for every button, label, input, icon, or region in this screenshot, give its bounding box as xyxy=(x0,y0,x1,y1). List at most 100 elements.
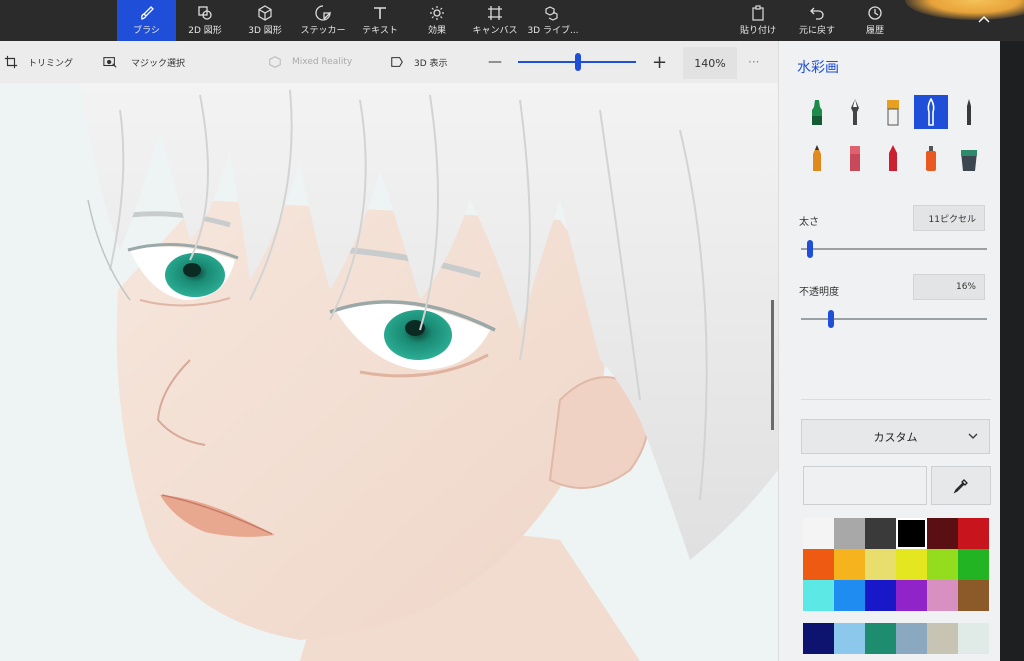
crop-icon xyxy=(4,55,18,69)
library-3d-tab-label: 3D ライブ... xyxy=(527,26,579,36)
shapes-3d-tab-label: 3D 図形 xyxy=(248,26,282,36)
calligraphy-pen-tool[interactable] xyxy=(838,95,872,129)
paste-button[interactable]: 貼り付け xyxy=(736,0,780,41)
palette-swatch[interactable] xyxy=(834,580,865,611)
current-color-box[interactable] xyxy=(803,466,927,505)
size-slider-thumb[interactable] xyxy=(807,240,814,258)
collapse-ribbon-button[interactable] xyxy=(970,0,998,41)
crayon-icon xyxy=(889,145,897,171)
mixed-reality-label: Mixed Reality xyxy=(292,57,353,67)
eyedropper-button[interactable] xyxy=(931,466,991,505)
library-3d-tab[interactable]: 3D ライブ... xyxy=(526,0,580,41)
calligraphy-pen-icon xyxy=(851,99,859,125)
palette-swatch[interactable] xyxy=(896,549,927,580)
effects-sun-icon xyxy=(430,6,444,20)
more-button[interactable]: ··· xyxy=(748,41,759,83)
eraser-tool[interactable] xyxy=(838,141,872,175)
zoom-slider-thumb[interactable] xyxy=(575,53,581,71)
crop-label: トリミング xyxy=(28,58,74,69)
palette-swatch[interactable] xyxy=(927,518,958,549)
device-bezel xyxy=(1000,41,1024,661)
custom-color-swatch[interactable] xyxy=(803,623,834,654)
magic-select-label: マジック選択 xyxy=(131,58,186,69)
custom-color-swatch[interactable] xyxy=(927,623,958,654)
shapes-3d-tab[interactable]: 3D 図形 xyxy=(238,0,292,41)
zoom-in-label: + xyxy=(652,51,668,73)
palette-swatch[interactable] xyxy=(927,580,958,611)
sticker-tab-label: ステッカー xyxy=(300,26,346,36)
marker-tool[interactable] xyxy=(800,95,834,129)
shapes-2d-tab[interactable]: 2D 図形 xyxy=(178,0,232,41)
custom-color-swatch[interactable] xyxy=(958,623,989,654)
watercolor-brush-tool[interactable] xyxy=(914,95,948,129)
chevron-down-icon xyxy=(968,433,978,439)
zoom-out-button[interactable]: — xyxy=(488,41,502,83)
zoom-value-box[interactable]: 140% xyxy=(683,47,737,79)
crayon-tool[interactable] xyxy=(876,141,910,175)
palette-swatch[interactable] xyxy=(958,580,989,611)
canvas-toolbar: トリミング マジック選択 Mixed Reality 3D 表示 — + ··· xyxy=(0,41,778,84)
spray-can-tool[interactable] xyxy=(914,141,948,175)
effects-tab-label: 効果 xyxy=(427,26,446,36)
opacity-label: 不透明度 xyxy=(799,287,839,298)
opacity-value-box[interactable]: 16% xyxy=(913,274,985,300)
custom-color-swatch[interactable] xyxy=(896,623,927,654)
custom-color-swatch[interactable] xyxy=(865,623,896,654)
sticker-tab[interactable]: ステッカー xyxy=(296,0,350,41)
pixel-pen-tool[interactable] xyxy=(952,95,986,129)
shapes-2d-icon xyxy=(198,6,212,20)
paste-label: 貼り付け xyxy=(739,26,776,36)
history-label: 履歴 xyxy=(865,26,884,36)
custom-color-swatch[interactable] xyxy=(834,623,865,654)
palette-swatch[interactable] xyxy=(834,549,865,580)
palette-swatch[interactable] xyxy=(865,549,896,580)
mixed-reality-button[interactable]: Mixed Reality xyxy=(268,41,352,83)
top-menu-bar: ブラシ 2D 図形 3D 図形 ステッカー テキスト 効果 キャンバス 3D ラ… xyxy=(0,0,1024,41)
palette-swatch[interactable] xyxy=(896,518,927,549)
palette-swatch[interactable] xyxy=(958,518,989,549)
palette-swatch[interactable] xyxy=(865,580,896,611)
fill-bucket-tool[interactable] xyxy=(952,141,986,175)
palette-swatch[interactable] xyxy=(896,580,927,611)
canvas-scrollbar[interactable] xyxy=(771,300,774,430)
opacity-slider-thumb[interactable] xyxy=(827,310,834,328)
size-value-box[interactable]: 11ピクセル xyxy=(913,205,985,231)
eyedropper-icon xyxy=(953,478,968,493)
undo-button[interactable]: 元に戻す xyxy=(792,0,842,41)
brush-icon xyxy=(140,6,154,20)
view-3d-button[interactable]: 3D 表示 xyxy=(390,41,448,83)
pencil-tool[interactable] xyxy=(800,141,834,175)
undo-label: 元に戻す xyxy=(798,26,835,36)
shapes-2d-tab-label: 2D 図形 xyxy=(188,26,222,36)
canvas-tab[interactable]: キャンバス xyxy=(469,0,521,41)
palette-swatch[interactable] xyxy=(958,549,989,580)
history-button[interactable]: 履歴 xyxy=(855,0,895,41)
size-slider-track[interactable] xyxy=(801,248,987,250)
zoom-in-button[interactable]: + xyxy=(652,41,667,83)
palette-swatch[interactable] xyxy=(865,518,896,549)
text-tab[interactable]: テキスト xyxy=(355,0,405,41)
oil-brush-tool[interactable] xyxy=(876,95,910,129)
palette-dropdown[interactable]: カスタム xyxy=(801,419,990,454)
palette-swatch[interactable] xyxy=(803,518,834,549)
panel-divider xyxy=(801,399,991,400)
drawing-canvas[interactable] xyxy=(0,83,778,661)
palette-swatch[interactable] xyxy=(803,549,834,580)
fill-bucket-icon xyxy=(961,150,977,171)
palette-swatch[interactable] xyxy=(803,580,834,611)
canvas-grid-icon xyxy=(488,6,502,20)
palette-dropdown-label: カスタム xyxy=(873,430,918,444)
pencil-icon xyxy=(813,145,821,171)
effects-tab[interactable]: 効果 xyxy=(414,0,460,41)
view-3d-icon xyxy=(391,57,403,67)
magic-select-button[interactable]: マジック選択 xyxy=(103,41,185,83)
palette-swatch[interactable] xyxy=(927,549,958,580)
crop-button[interactable]: トリミング xyxy=(4,41,73,83)
paste-icon xyxy=(752,5,764,21)
oil-brush-icon xyxy=(887,100,899,126)
anime-portrait-artwork xyxy=(0,83,778,661)
brush-tab[interactable]: ブラシ xyxy=(117,0,176,41)
marker-icon xyxy=(812,100,822,125)
chevron-up-icon xyxy=(978,15,990,22)
palette-swatch[interactable] xyxy=(834,518,865,549)
